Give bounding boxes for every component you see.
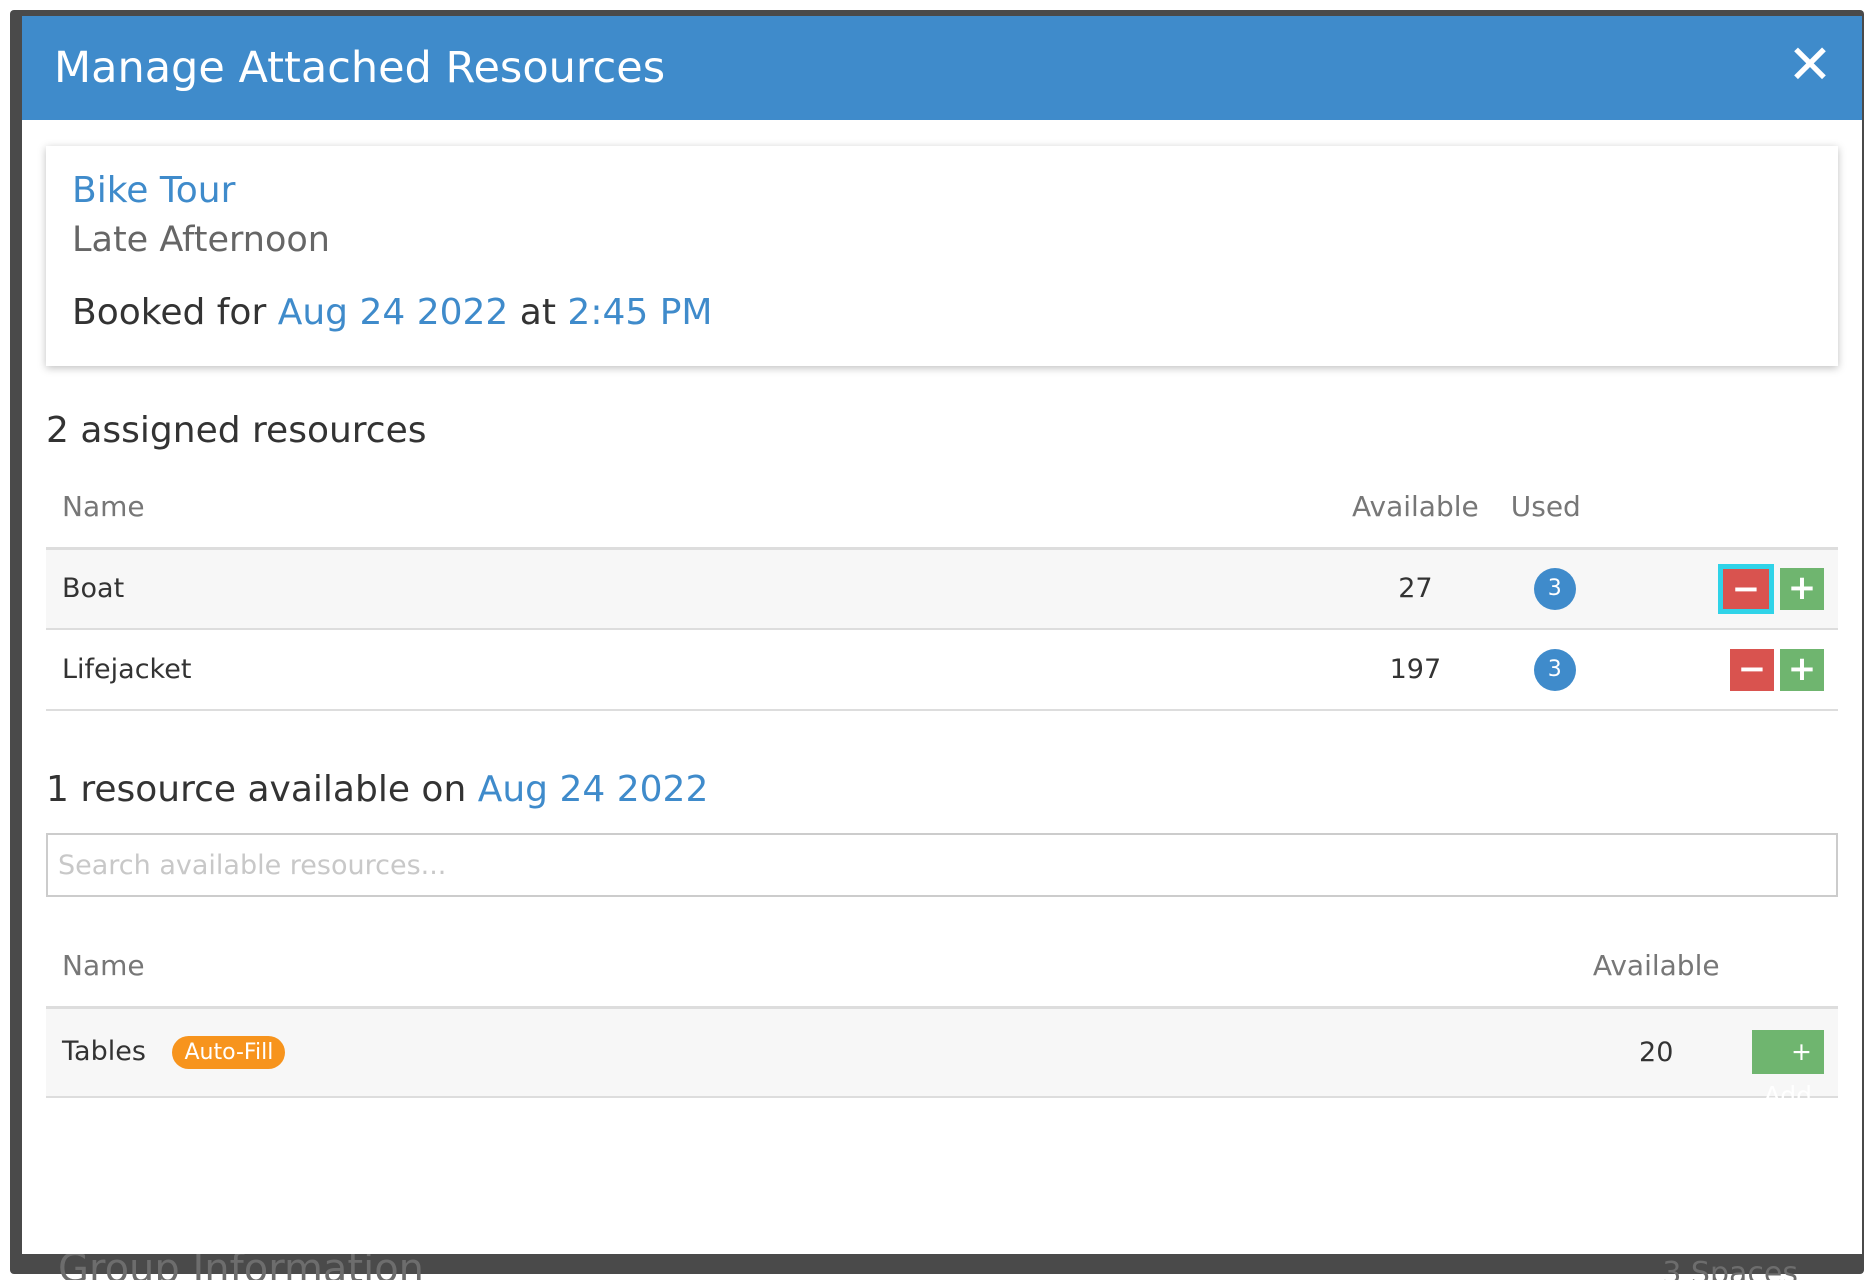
available-resources-heading: 1 resource available on Aug 24 2022 [46,765,1838,815]
modal-title: Manage Attached Resources [54,43,666,93]
search-available-input[interactable] [46,833,1838,897]
tour-time-label: Late Afternoon [72,220,330,260]
available-date-link[interactable]: Aug 24 2022 [478,769,709,810]
resource-available: 197 [1336,629,1495,711]
booked-date-link[interactable]: Aug 24 2022 [278,292,509,333]
background-spaces-count: 3 Spaces [1662,1256,1798,1280]
table-row: Lifejacket 197 3 − + [46,629,1838,711]
column-header-available: Available [1576,925,1736,1009]
manage-resources-modal: Manage Attached Resources ✕ Bike Tour La… [22,16,1862,1254]
column-header-actions [1614,466,1838,550]
decrement-button[interactable]: − [1730,648,1774,691]
auto-fill-badge: Auto-Fill [172,1035,286,1069]
column-header-actions [1735,925,1838,1009]
booked-for-prefix: Booked for [72,292,267,333]
focus-ring: − [1718,563,1774,614]
booked-for-line: Booked for Aug 24 2022 at 2:45 PM [72,288,1812,338]
available-resources-table: Name Available Tables Auto-Fill 20 + Add [46,925,1838,1110]
table-row: Boat 27 3 − + [46,548,1838,630]
booked-at-text: at [519,292,556,333]
table-header-row: Name Available Used [46,466,1838,550]
resource-available: 27 [1336,548,1495,630]
booked-time-link[interactable]: 2:45 PM [567,292,712,333]
column-header-used: Used [1494,466,1615,550]
used-count-badge: 3 [1533,567,1576,610]
resource-available: 20 [1576,1007,1736,1098]
resource-name: Lifejacket [46,629,1336,711]
assigned-resources-heading: 2 assigned resources [46,410,427,451]
used-count-badge: 3 [1533,648,1576,691]
column-header-name: Name [46,466,1336,550]
column-header-available: Available [1336,466,1495,550]
assigned-resources-table: Name Available Used Boat 27 3 − + Lifejac… [46,466,1838,711]
resource-name: Tables [62,1035,146,1067]
increment-button[interactable]: + [1780,567,1824,610]
modal-header: Manage Attached Resources ✕ [22,16,1862,120]
booking-summary-card: Bike Tour Late Afternoon Booked for Aug … [46,146,1838,366]
resource-name: Boat [46,548,1336,630]
plus-icon: + [1791,1037,1812,1067]
column-header-name: Name [46,925,1577,1009]
add-resource-button[interactable]: + Add [1751,1030,1824,1110]
increment-button[interactable]: + [1780,648,1824,691]
decrement-button[interactable]: − [1723,568,1769,609]
table-header-row: Name Available [46,925,1838,1009]
modal-body: Bike Tour Late Afternoon Booked for Aug … [22,120,1862,1110]
table-row: Tables Auto-Fill 20 + Add [46,1007,1838,1110]
add-button-label: Add [1763,1081,1812,1111]
close-icon[interactable]: ✕ [1786,38,1834,92]
available-heading-prefix: 1 resource available on [46,769,467,810]
tour-name[interactable]: Bike Tour [72,168,1812,214]
